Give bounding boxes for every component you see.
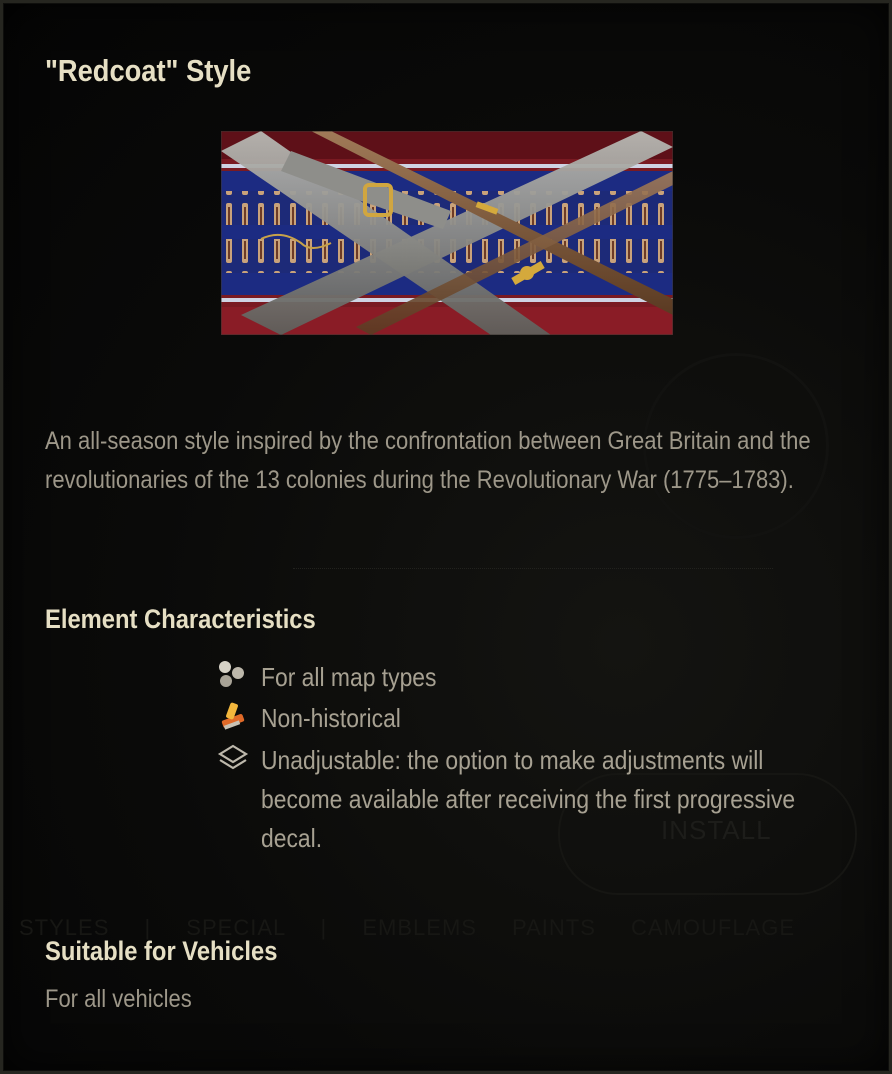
characteristic-text: Non-historical xyxy=(261,703,401,733)
suitable-vehicles-value: For all vehicles xyxy=(45,985,192,1013)
map-types-icon xyxy=(219,661,244,687)
style-preview-image xyxy=(221,131,673,335)
tooltip-title: "Redcoat" Style xyxy=(45,53,252,88)
style-description: An all-season style inspired by the conf… xyxy=(45,427,811,494)
non-historical-icon xyxy=(221,702,245,730)
suitable-vehicles-heading: Suitable for Vehicles xyxy=(45,936,278,966)
style-tooltip: INSTALL STYLES | SPECIAL | EMBLEMS PAINT… xyxy=(0,0,892,1074)
characteristic-text: Unadjustable: the option to make adjustm… xyxy=(261,745,796,853)
layers-icon xyxy=(217,744,249,770)
background-divider xyxy=(293,568,773,569)
element-characteristics-heading: Element Characteristics xyxy=(45,604,316,634)
characteristic-text: For all map types xyxy=(261,662,437,692)
